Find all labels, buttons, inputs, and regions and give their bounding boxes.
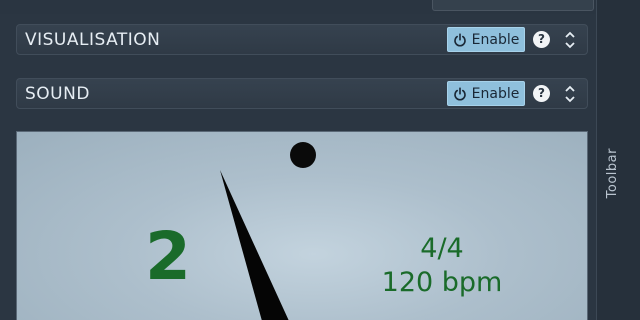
section-title: SOUND [25,84,90,104]
power-icon [453,86,466,101]
enable-label: Enable [471,85,520,102]
beat-number: 2 [145,218,191,295]
visualisation-section-header[interactable]: VISUALISATION Enable ? [16,24,588,55]
sound-section-header[interactable]: SOUND Enable ? [16,78,588,109]
section-title: VISUALISATION [25,30,161,50]
help-icon[interactable]: ? [533,31,550,48]
sound-enable-button[interactable]: Enable [447,81,525,106]
tempo-readout: 120 bpm [381,267,503,298]
time-signature: 4/4 [420,233,464,264]
toolbar-label[interactable]: Toolbar [605,148,620,198]
help-icon[interactable]: ? [533,85,550,102]
enable-label: Enable [471,31,520,48]
metronome-display: 2 4/4 120 bpm [16,131,588,320]
expand-collapse-icon[interactable] [564,85,576,103]
visualisation-enable-button[interactable]: Enable [447,27,525,52]
expand-collapse-icon[interactable] [564,31,576,49]
power-icon [453,32,466,47]
top-tab[interactable] [432,0,594,11]
